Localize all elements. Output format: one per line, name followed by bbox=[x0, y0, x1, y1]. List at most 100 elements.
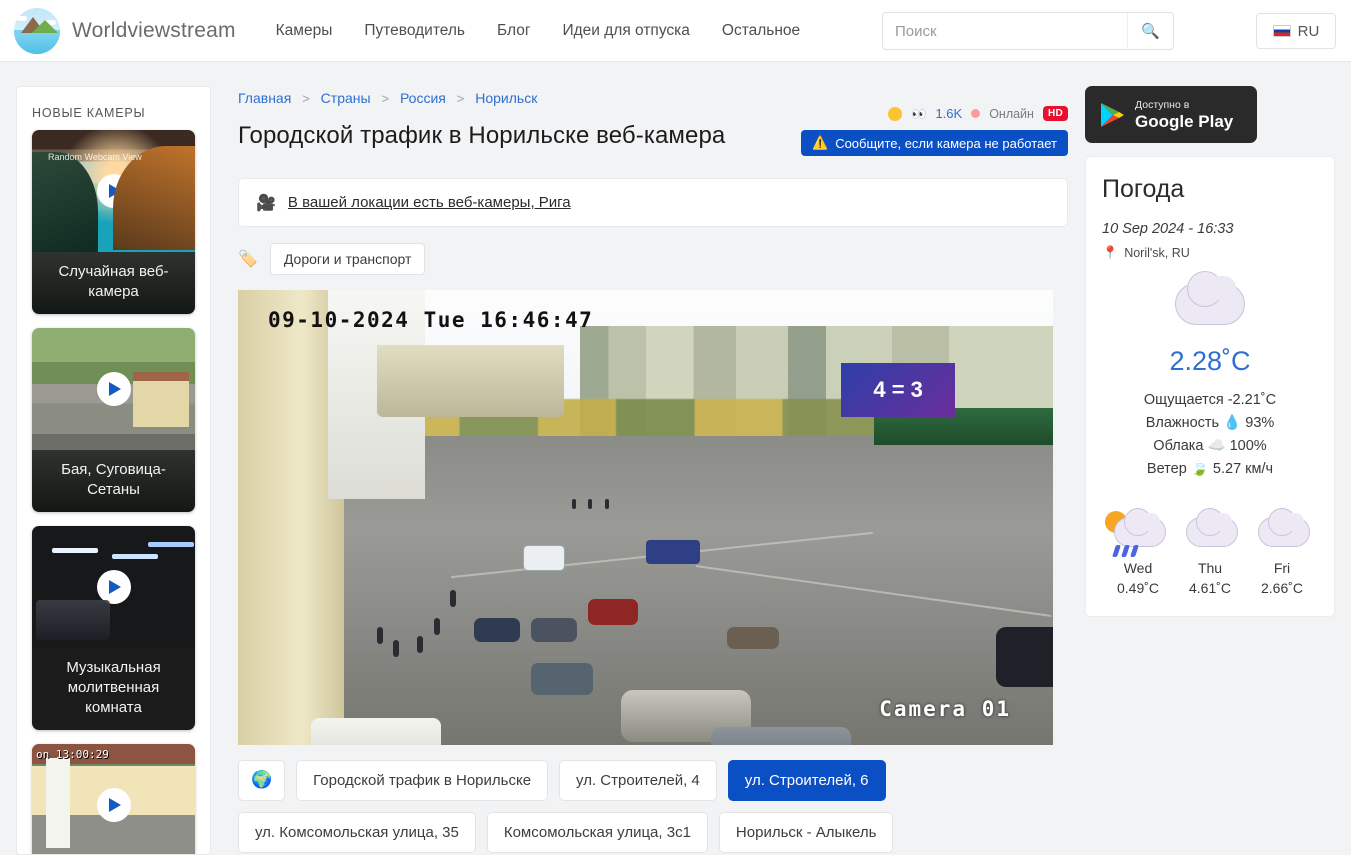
main-content: Главная > Страны > Россия > Норильск Гор… bbox=[238, 86, 1068, 853]
report-broken-camera-button[interactable]: ⚠️ Сообщите, если камера не работает bbox=[801, 130, 1068, 156]
camera-chip-list: 🌍 Городской трафик в Норильске ул. Строи… bbox=[238, 760, 1068, 853]
forecast-day-label: Fri bbox=[1273, 560, 1291, 576]
forecast-day: Wed 0.49˚C bbox=[1102, 507, 1174, 596]
weather-current-icon bbox=[1175, 271, 1245, 329]
clouds-label: Облака bbox=[1153, 438, 1204, 454]
view-count: 1.6K bbox=[935, 106, 963, 121]
flag-ru-icon bbox=[1272, 25, 1291, 37]
video-car bbox=[474, 617, 521, 642]
sun-icon bbox=[888, 106, 903, 121]
webcam-video-player[interactable]: 4 = 3 09-10-2024 Tue 16:46:47 Camera 01 bbox=[238, 290, 1053, 745]
weather-widget: Погода 10 Sep 2024 - 16:33 📍 Noril'sk, R… bbox=[1085, 156, 1335, 617]
play-icon[interactable] bbox=[96, 570, 131, 604]
logo-link[interactable]: Worldviewstream bbox=[14, 7, 236, 54]
chip-globe-icon[interactable]: 🌍 bbox=[238, 760, 286, 801]
google-play-icon bbox=[1101, 102, 1124, 127]
clouds-value: 100% bbox=[1229, 438, 1267, 454]
google-play-badge[interactable]: Доступно в Google Play bbox=[1085, 86, 1257, 143]
feels-like-label: Ощущается bbox=[1143, 392, 1224, 408]
breadcrumb-separator: > bbox=[456, 91, 465, 106]
site-header: Worldviewstream Камеры Путеводитель Блог… bbox=[0, 0, 1351, 62]
breadcrumb-item-home[interactable]: Главная bbox=[238, 90, 291, 106]
camera-meta: 👀 1.6K Онлайн HD bbox=[888, 106, 1068, 121]
video-camera-icon: 🎥 bbox=[256, 194, 276, 212]
chip-gorodskoy-trafik[interactable]: Городской трафик в Норильске bbox=[296, 760, 549, 801]
nav-item-other[interactable]: Остальное bbox=[722, 22, 800, 40]
breadcrumb: Главная > Страны > Россия > Норильск bbox=[238, 86, 1068, 106]
thumbnail-overlay-text: Random Webcam View bbox=[48, 152, 142, 162]
cloud-icon bbox=[1175, 271, 1245, 325]
camera-thumbnail bbox=[32, 526, 195, 648]
status-badge: HD bbox=[1042, 106, 1068, 121]
nav-item-guide[interactable]: Путеводитель bbox=[364, 22, 465, 40]
play-icon[interactable] bbox=[96, 174, 131, 208]
weather-feels-like: Ощущается -2.21˚C bbox=[1102, 389, 1318, 412]
cloud-icon bbox=[1174, 507, 1246, 553]
sidebar-camera-card[interactable]: Random Webcam View Случайная веб-камера bbox=[32, 130, 195, 314]
video-car bbox=[311, 717, 442, 745]
chip-stroiteley-6[interactable]: ул. Строителей, 6 bbox=[727, 760, 886, 801]
nav-item-blog[interactable]: Блог bbox=[497, 22, 531, 40]
leaf-icon: 🍃 bbox=[1190, 461, 1209, 477]
camera-card-label: Случайная веб-камера bbox=[32, 252, 195, 314]
chip-komsomolskaya-35[interactable]: ул. Комсомольская улица, 35 bbox=[238, 812, 476, 853]
breadcrumb-item-countries[interactable]: Страны bbox=[321, 90, 371, 106]
nav-item-cameras[interactable]: Камеры bbox=[276, 22, 333, 40]
camera-thumbnail: Random Webcam View bbox=[32, 130, 195, 252]
right-sidebar: Доступно в Google Play Погода 10 Sep 202… bbox=[1085, 86, 1335, 834]
weather-forecast: Wed 0.49˚C Thu 4.61˚C Fri 2.66˚C bbox=[1102, 507, 1318, 596]
location-notice-link[interactable]: В вашей локации есть веб-камеры, Рига bbox=[288, 194, 571, 211]
google-play-big-text: Google Play bbox=[1135, 111, 1234, 131]
camera-thumbnail bbox=[32, 328, 195, 450]
forecast-day-label: Thu bbox=[1197, 560, 1223, 576]
sidebar-camera-card[interactable]: Музыкальная молитвенная комната bbox=[32, 526, 195, 730]
camera-card-label: Музыкальная молитвенная комната bbox=[32, 648, 195, 730]
weather-location: 📍 Noril'sk, RU bbox=[1102, 245, 1318, 261]
forecast-day: Thu 4.61˚C bbox=[1174, 507, 1246, 596]
breadcrumb-separator: > bbox=[381, 91, 390, 106]
warning-icon: ⚠️ bbox=[812, 135, 829, 150]
billboard-text: 4 = 3 bbox=[873, 377, 923, 403]
nav-item-vacation-ideas[interactable]: Идеи для отпуска bbox=[562, 22, 689, 40]
cloud-icon bbox=[1246, 507, 1318, 553]
brand-name: Worldviewstream bbox=[72, 18, 236, 42]
forecast-temp: 4.61˚C bbox=[1188, 580, 1232, 596]
wind-label: Ветер bbox=[1146, 461, 1187, 477]
breadcrumb-item-russia[interactable]: Россия bbox=[400, 90, 446, 106]
video-car bbox=[727, 626, 779, 649]
forecast-day-label: Wed bbox=[1123, 560, 1153, 576]
play-icon[interactable] bbox=[96, 372, 131, 406]
location-notice: 🎥 В вашей локации есть веб-камеры, Рига bbox=[238, 178, 1068, 227]
video-car bbox=[531, 663, 594, 696]
eyes-icon: 👀 bbox=[911, 106, 927, 121]
search-icon[interactable]: 🔍 bbox=[1127, 13, 1173, 49]
sidebar-camera-card[interactable]: Бая, Суговица-Сетаны bbox=[32, 328, 195, 512]
weather-title: Погода bbox=[1102, 175, 1185, 203]
video-timestamp-overlay: 09-10-2024 Tue 16:46:47 bbox=[268, 308, 594, 332]
breadcrumb-item-norilsk[interactable]: Норильск bbox=[475, 90, 537, 106]
forecast-temp: 2.66˚C bbox=[1260, 580, 1304, 596]
tag-icon: 🏷️ bbox=[238, 251, 258, 268]
chip-komsomolskaya-3s1[interactable]: Комсомольская улица, 3с1 bbox=[486, 812, 708, 853]
sidebar-camera-card[interactable]: on 13:00:29 Новиград-Подравски bbox=[32, 744, 195, 854]
cloud-small-icon: ☁️ bbox=[1207, 438, 1226, 454]
status-label: Онлайн bbox=[989, 106, 1034, 121]
video-car bbox=[531, 617, 578, 642]
language-selector[interactable]: RU bbox=[1256, 13, 1336, 49]
thumbnail-overlay-text: on 13:00:29 bbox=[36, 748, 109, 761]
island-mountain-logo-icon bbox=[14, 7, 60, 54]
breadcrumb-separator: > bbox=[302, 91, 310, 106]
search-box: 🔍 bbox=[882, 12, 1174, 50]
play-icon[interactable] bbox=[96, 788, 131, 822]
weather-datetime: 10 Sep 2024 - 16:33 bbox=[1102, 221, 1234, 237]
chip-stroiteley-4[interactable]: ул. Строителей, 4 bbox=[559, 760, 717, 801]
forecast-day: Fri 2.66˚C bbox=[1246, 507, 1318, 596]
search-input[interactable] bbox=[883, 13, 1127, 49]
chip-norilsk-alykel[interactable]: Норильск - Алыкель bbox=[718, 812, 894, 853]
weather-wind: Ветер 🍃 5.27 км/ч bbox=[1102, 458, 1318, 481]
video-bus bbox=[645, 540, 700, 565]
video-canopy bbox=[376, 344, 564, 418]
weather-temperature: 2.28˚C bbox=[1169, 346, 1251, 376]
weather-details: Ощущается -2.21˚C Влажность 💧 93% Облака… bbox=[1102, 389, 1318, 481]
tag-roads-and-transport[interactable]: Дороги и транспорт bbox=[269, 243, 426, 275]
